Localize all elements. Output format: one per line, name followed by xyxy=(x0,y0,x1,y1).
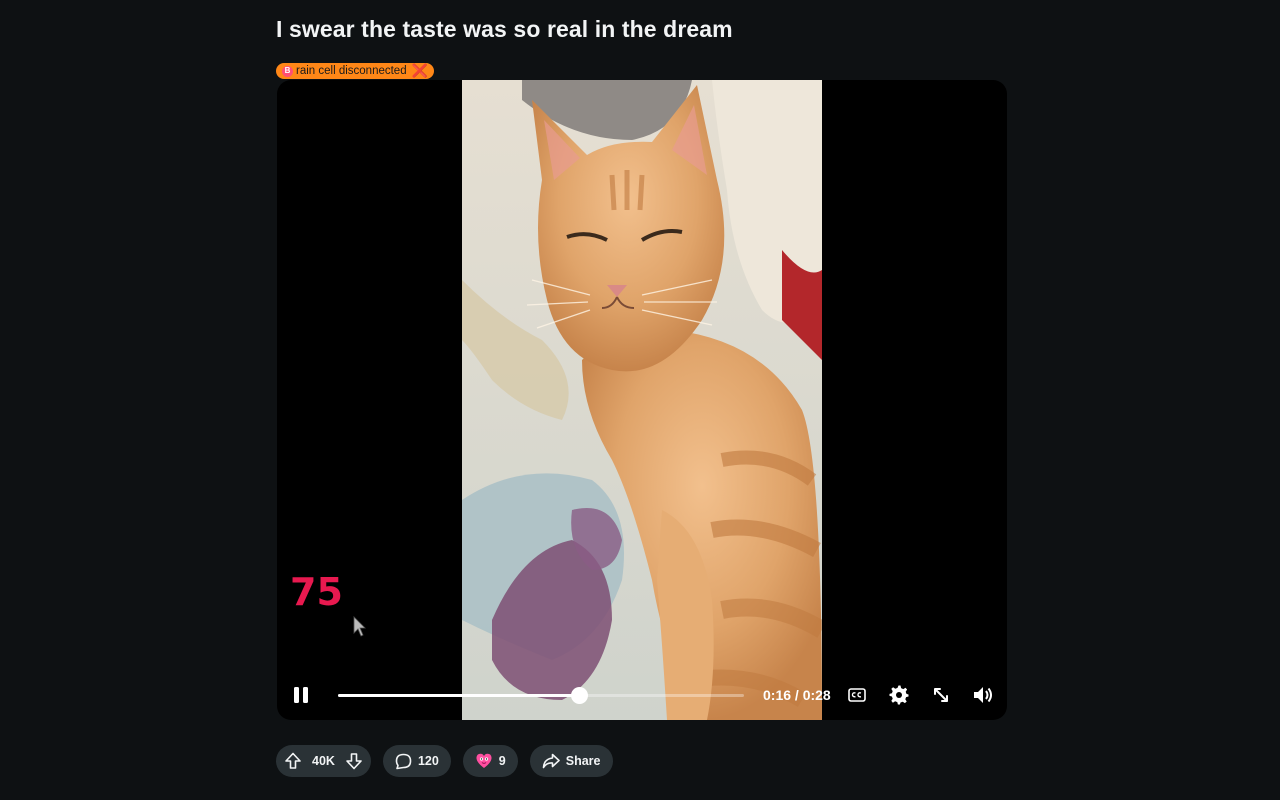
volume-button[interactable] xyxy=(967,679,999,711)
progress-fill xyxy=(338,694,580,697)
video-progress-bar[interactable] xyxy=(338,687,744,704)
gear-icon xyxy=(889,685,909,705)
share-arrow-icon xyxy=(542,753,560,769)
cat-video-frame-image xyxy=(462,80,822,720)
flair-text: rain cell disconnected xyxy=(296,65,407,77)
vote-pill: 40K xyxy=(276,745,371,777)
volume-icon xyxy=(974,687,992,703)
video-frame-cat[interactable] xyxy=(462,80,822,720)
flair-emoji-b: B xyxy=(282,65,293,77)
upvote-button[interactable] xyxy=(284,752,302,770)
downvote-button[interactable] xyxy=(345,752,363,770)
video-time: 0:16 / 0:28 xyxy=(763,687,831,703)
downvote-arrow-icon xyxy=(346,753,362,770)
pause-icon xyxy=(294,687,308,703)
expand-icon xyxy=(934,688,948,702)
fullscreen-button[interactable] xyxy=(925,679,957,711)
cc-icon xyxy=(848,688,866,702)
comment-bubble-icon xyxy=(395,753,412,769)
award-heart-icon xyxy=(476,753,492,768)
comments-button[interactable]: 120 xyxy=(382,745,451,777)
video-player[interactable]: 75 0:16 / 0:28 xyxy=(277,80,1007,720)
award-count: 9 xyxy=(498,754,506,768)
vote-count: 40K xyxy=(312,754,335,768)
comment-count: 120 xyxy=(417,754,439,768)
captions-button[interactable] xyxy=(841,679,873,711)
awards-button[interactable]: 9 xyxy=(462,745,518,777)
post-flair[interactable]: B rain cell disconnected ❌ xyxy=(276,63,434,79)
mouse-cursor-icon xyxy=(353,616,367,643)
post-action-bar: 40K 120 9 Share xyxy=(276,745,613,777)
share-label: Share xyxy=(565,754,601,768)
flair-x-emoji: ❌ xyxy=(411,63,428,78)
post-title: I swear the taste was so real in the dre… xyxy=(276,16,733,42)
upvote-arrow-icon xyxy=(285,752,301,769)
share-button[interactable]: Share xyxy=(529,745,613,777)
video-overlay-number: 75 xyxy=(290,570,343,614)
pause-button[interactable] xyxy=(285,679,317,711)
settings-button[interactable] xyxy=(883,679,915,711)
